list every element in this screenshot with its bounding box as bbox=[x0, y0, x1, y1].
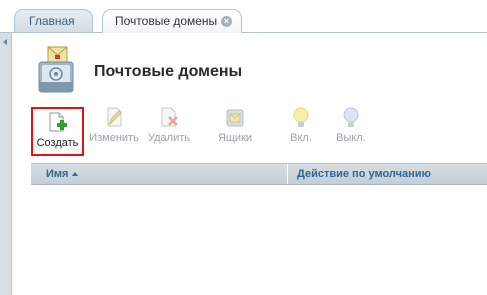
close-icon[interactable]: × bbox=[221, 16, 232, 27]
column-header-default-action[interactable]: Действие по умолчанию bbox=[297, 164, 431, 184]
mail-domain-icon bbox=[36, 46, 76, 94]
mailboxes-button[interactable]: Ящики bbox=[214, 107, 256, 144]
delete-icon bbox=[161, 107, 178, 127]
tab-home-label: Главная bbox=[29, 14, 75, 28]
column-header-name-label: Имя bbox=[46, 168, 69, 180]
create-button[interactable]: Создать bbox=[31, 107, 84, 156]
tab-mail-domains-label: Почтовые домены bbox=[115, 14, 218, 28]
edit-button[interactable]: Изменить bbox=[88, 107, 140, 144]
tab-bar: Главная Почтовые домены × bbox=[0, 0, 487, 33]
left-panel-strip[interactable] bbox=[0, 33, 12, 295]
create-button-label: Создать bbox=[36, 137, 79, 149]
column-divider bbox=[287, 164, 288, 184]
collapse-arrow-icon[interactable] bbox=[3, 39, 7, 45]
enable-button[interactable]: Вкл. bbox=[286, 107, 316, 144]
disable-button[interactable]: Выкл. bbox=[333, 107, 369, 144]
table-body bbox=[31, 185, 487, 295]
table-header: Имя Действие по умолчанию bbox=[31, 163, 487, 185]
tab-mail-domains[interactable]: Почтовые домены × bbox=[102, 9, 242, 33]
column-header-name[interactable]: Имя bbox=[46, 164, 79, 184]
edit-button-label: Изменить bbox=[89, 132, 139, 144]
enable-button-label: Вкл. bbox=[290, 132, 312, 144]
page-title: Почтовые домены bbox=[94, 63, 243, 80]
sort-ascending-icon bbox=[72, 172, 79, 176]
tab-home[interactable]: Главная bbox=[14, 9, 93, 33]
new-document-icon bbox=[49, 112, 67, 132]
edit-icon bbox=[107, 107, 122, 127]
delete-button-label: Удалить bbox=[148, 132, 190, 144]
mailbox-icon bbox=[226, 109, 244, 127]
lightbulb-on-icon bbox=[293, 107, 309, 127]
lightbulb-off-icon bbox=[343, 107, 359, 127]
mailboxes-button-label: Ящики bbox=[217, 132, 253, 144]
delete-button[interactable]: Удалить bbox=[145, 107, 193, 144]
tab-divider bbox=[0, 32, 487, 33]
disable-button-label: Выкл. bbox=[336, 132, 366, 144]
